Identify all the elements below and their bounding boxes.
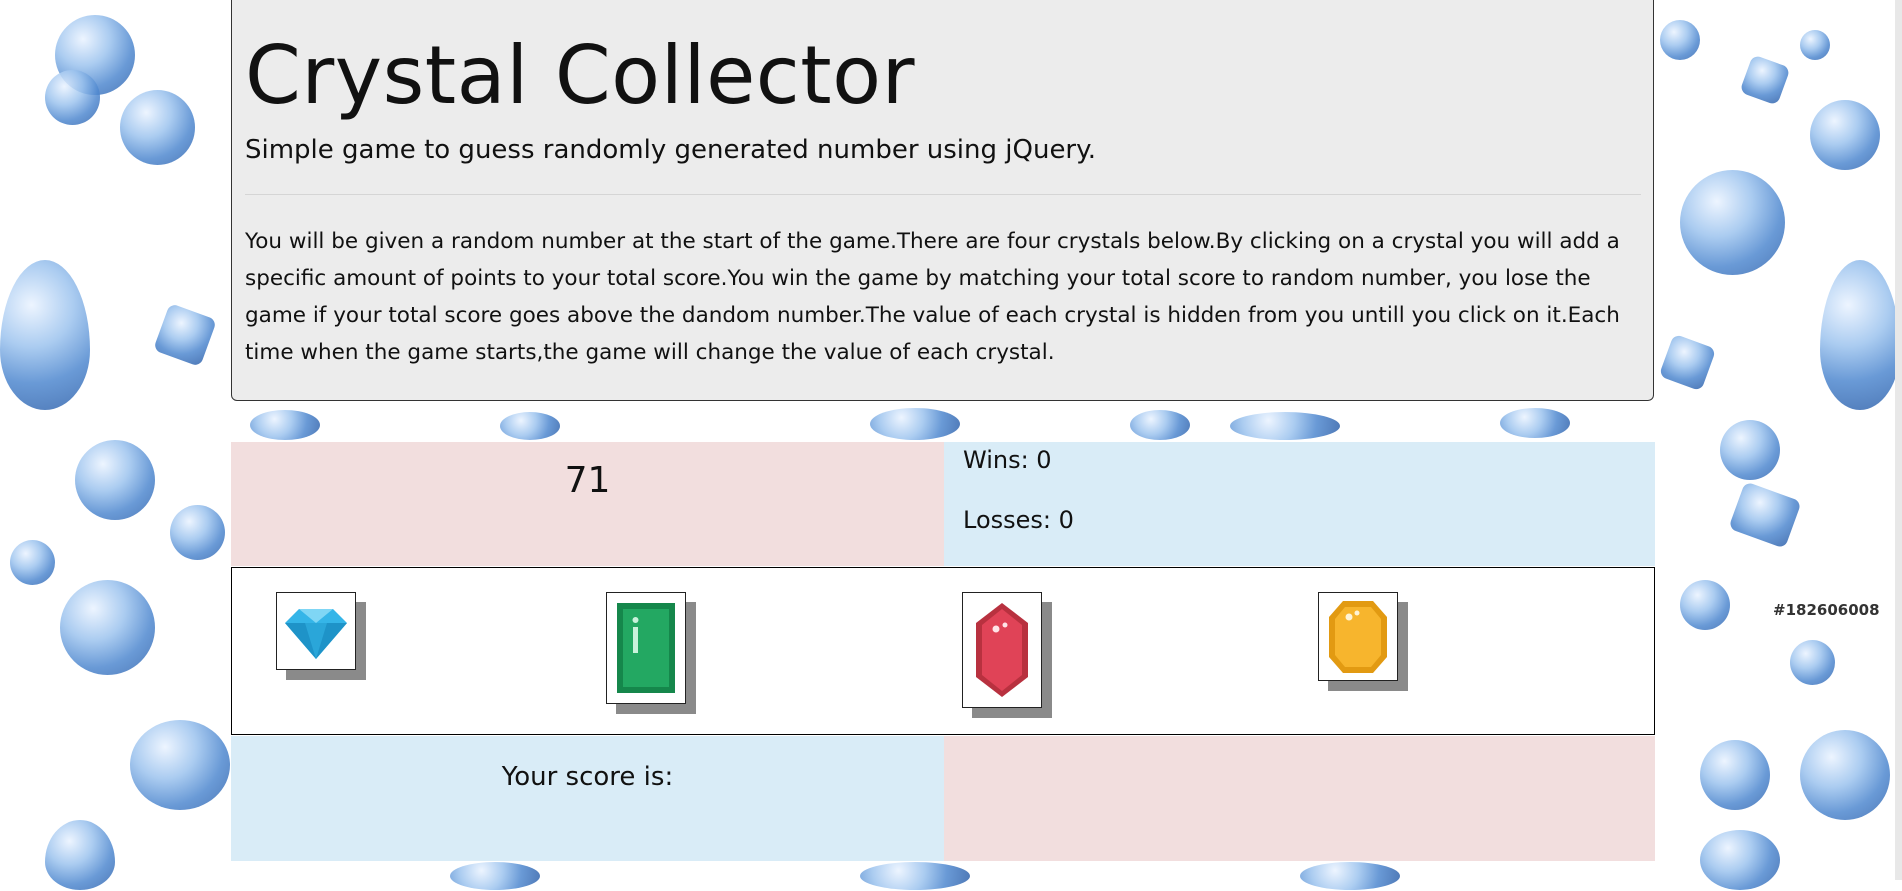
- crystal-button-1[interactable]: [276, 592, 356, 670]
- losses-counter: Losses: 0: [963, 506, 1074, 534]
- crystal-button-3[interactable]: [962, 592, 1042, 708]
- green-emerald-icon: [617, 603, 675, 693]
- target-number-panel: 71: [231, 442, 944, 566]
- header-panel: Crystal Collector Simple game to guess r…: [231, 0, 1654, 401]
- crystal-button-4[interactable]: [1318, 592, 1398, 681]
- blue-diamond-icon: [285, 609, 347, 659]
- yellow-topaz-icon: [1329, 601, 1387, 673]
- game-instructions: You will be given a random number at the…: [245, 229, 1620, 365]
- watermark-text: #182606008: [1773, 601, 1880, 619]
- score-row: Your score is:: [231, 736, 1655, 861]
- target-number: 71: [564, 460, 611, 501]
- score-label: Your score is:: [501, 762, 674, 792]
- status-row: 71 Wins: 0 Losses: 0: [231, 442, 1655, 566]
- crystal-button-2[interactable]: [606, 592, 686, 704]
- wins-counter: Wins: 0: [963, 446, 1052, 474]
- divider: [245, 194, 1641, 195]
- score-value-panel: [944, 736, 1655, 861]
- crystal-row: [231, 567, 1655, 735]
- page-subtitle: Simple game to guess randomly generated …: [245, 135, 1097, 165]
- page-title: Crystal Collector: [245, 29, 915, 122]
- score-panel: Your score is:: [231, 736, 944, 861]
- red-ruby-icon: [976, 603, 1028, 697]
- stats-panel: Wins: 0 Losses: 0: [944, 442, 1655, 566]
- scrollbar[interactable]: [1895, 0, 1902, 880]
